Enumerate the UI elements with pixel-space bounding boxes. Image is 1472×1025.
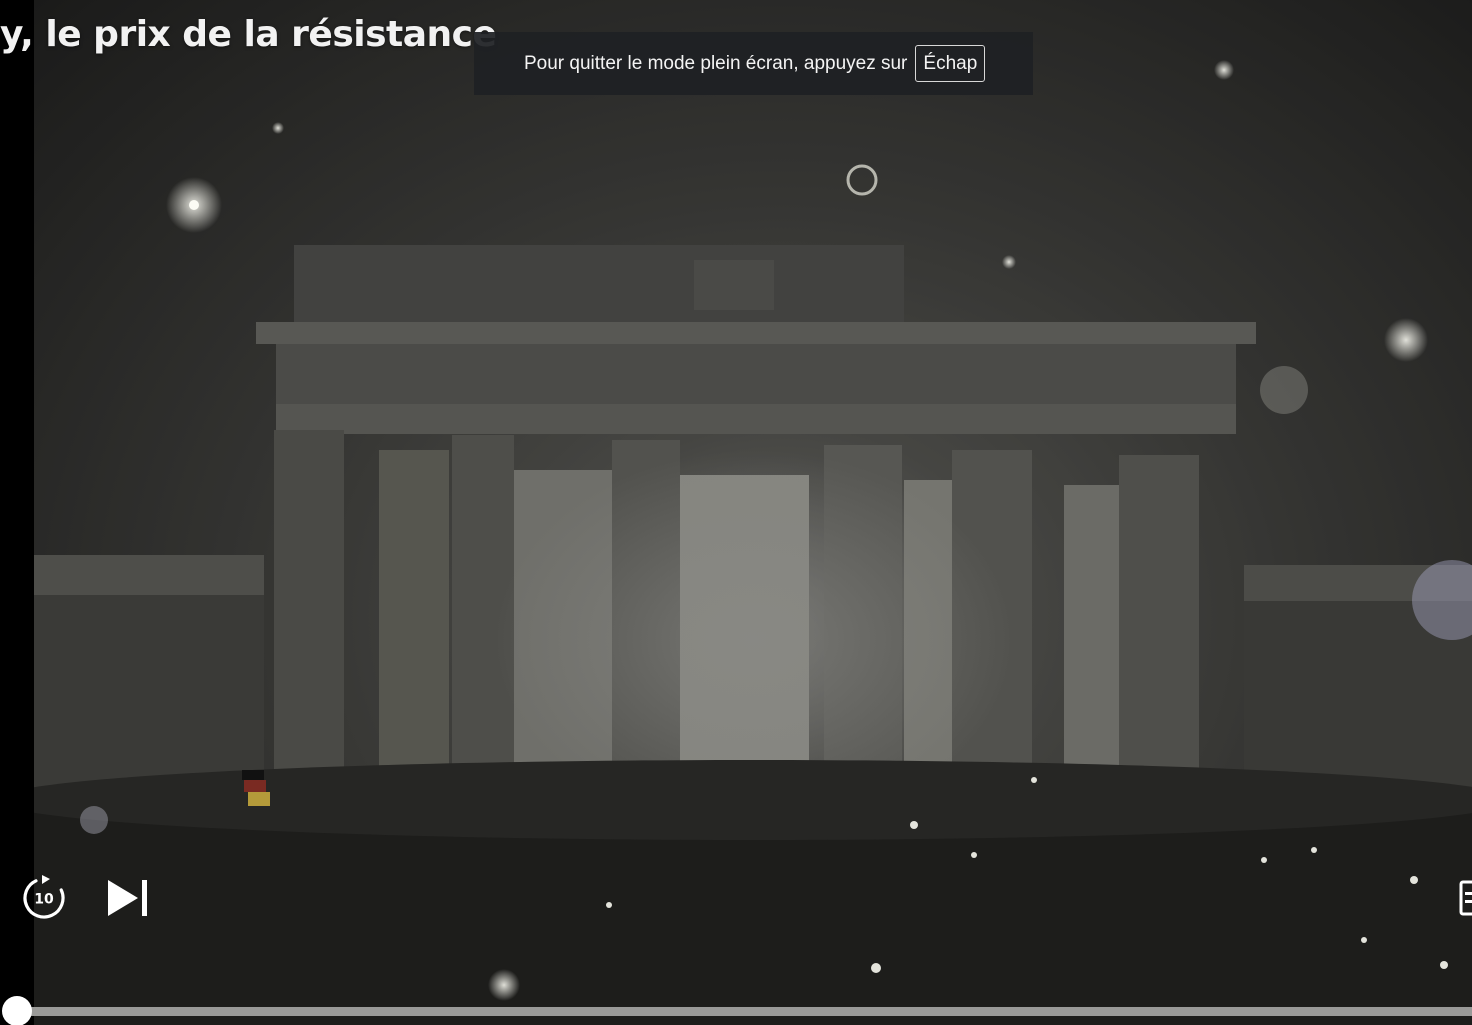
escape-key-label: Échap xyxy=(915,45,986,82)
video-image xyxy=(34,0,1472,1025)
replay-seconds-label: 10 xyxy=(34,892,54,908)
video-frame[interactable] xyxy=(34,0,1472,1025)
fullscreen-exit-notice: Pour quitter le mode plein écran, appuye… xyxy=(474,32,1033,95)
letterbox-bar xyxy=(0,0,34,1025)
progress-bar[interactable] xyxy=(18,1007,1472,1016)
next-episode-button[interactable] xyxy=(104,876,152,920)
replay-10-icon: 10 xyxy=(23,875,65,919)
progress-scrubber-handle[interactable] xyxy=(2,996,32,1025)
video-title: y, le prix de la résistance xyxy=(0,14,497,55)
replay-10-button[interactable]: 10 xyxy=(20,874,68,922)
subtitles-icon xyxy=(1459,880,1472,916)
skip-next-icon xyxy=(108,880,147,916)
fullscreen-notice-text: Pour quitter le mode plein écran, appuye… xyxy=(524,52,908,74)
fullscreen-video-player[interactable]: y, le prix de la résistance Pour quitter… xyxy=(0,0,1472,1025)
subtitles-button[interactable] xyxy=(1456,880,1472,916)
